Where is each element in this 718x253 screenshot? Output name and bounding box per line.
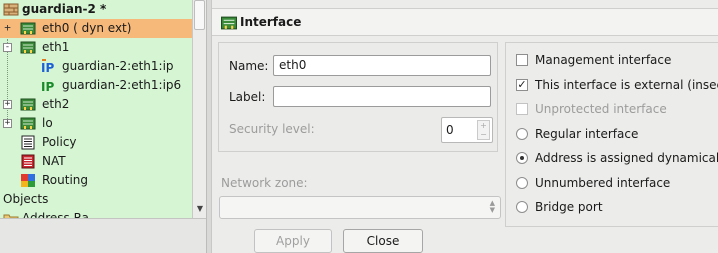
radio-button[interactable] bbox=[516, 128, 528, 140]
network-interface-icon bbox=[20, 21, 36, 36]
tree-vertical-scrollbar[interactable]: ▼ bbox=[192, 0, 206, 218]
tree-item-label: Objects bbox=[3, 192, 49, 206]
checkbox-box[interactable] bbox=[516, 103, 528, 115]
tree-item-label: Routing bbox=[42, 173, 89, 187]
network-interface-icon bbox=[220, 15, 238, 31]
apply-button[interactable]: Apply bbox=[254, 229, 332, 253]
security-level-label: Security level: bbox=[229, 122, 315, 136]
scrollbar-thumb[interactable] bbox=[194, 0, 205, 30]
network-zone-combobox[interactable]: ▲ ▼ bbox=[219, 196, 501, 219]
editor-header: Interface bbox=[212, 8, 718, 36]
option-label: Unnumbered interface bbox=[535, 176, 671, 190]
routing-icon bbox=[20, 173, 36, 188]
tree-item-label: eth1 bbox=[42, 40, 70, 54]
tree-item-policy[interactable]: Policy bbox=[0, 133, 192, 152]
editor-title: Interface bbox=[240, 15, 302, 29]
radio-button[interactable] bbox=[516, 201, 528, 213]
label-input[interactable] bbox=[273, 86, 491, 107]
tree-item-label: eth2 bbox=[42, 97, 70, 111]
tree-expander[interactable]: - bbox=[3, 43, 12, 52]
firewall-icon bbox=[3, 2, 19, 17]
checkbox-box[interactable] bbox=[516, 54, 528, 66]
label-label: Label: bbox=[229, 90, 266, 104]
object-tree[interactable]: guardian-2 * + eth0 ( dyn ext) - eth1 IP… bbox=[0, 0, 192, 218]
scroll-down-arrow-icon[interactable]: ▼ bbox=[195, 204, 205, 214]
tree-expander[interactable]: + bbox=[3, 22, 12, 33]
radio-button[interactable] bbox=[516, 177, 528, 189]
tree-item-label: guardian-2:eth1:ip bbox=[62, 59, 174, 73]
tree-root-firewall[interactable]: guardian-2 * bbox=[0, 0, 192, 19]
tree-item-label: NAT bbox=[42, 154, 66, 168]
tree-root-label: guardian-2 * bbox=[22, 2, 107, 16]
close-button[interactable]: Close bbox=[343, 229, 423, 253]
security-level-value: 0 bbox=[446, 123, 454, 137]
interface-editor-panel: Interface Name: eth0 Label: Security lev… bbox=[212, 0, 718, 253]
option-label: Management interface bbox=[535, 53, 672, 67]
network-zone-label: Network zone: bbox=[221, 176, 308, 190]
security-level-spinbox[interactable]: 0 + − bbox=[441, 117, 493, 143]
option-label: Unprotected interface bbox=[535, 102, 667, 116]
ip-address-icon: IP bbox=[41, 59, 57, 75]
tree-horizontal-scroll-area bbox=[0, 218, 206, 253]
policy-icon bbox=[20, 135, 36, 150]
network-interface-icon bbox=[20, 116, 36, 131]
nat-icon bbox=[20, 154, 36, 169]
tree-item-label: Policy bbox=[42, 135, 77, 149]
network-interface-icon bbox=[20, 40, 36, 55]
tree-expander[interactable]: + bbox=[3, 119, 12, 128]
tree-expander[interactable]: + bbox=[3, 100, 12, 109]
option-label: This interface is external (insecure) bbox=[535, 78, 718, 92]
tree-item-label: Address Ra bbox=[22, 211, 90, 218]
name-label: Name: bbox=[229, 59, 269, 73]
tree-item-label: guardian-2:eth1:ip6 bbox=[62, 78, 182, 92]
combo-arrows-icon: ▲ ▼ bbox=[489, 199, 495, 214]
option-label: Regular interface bbox=[535, 127, 639, 141]
tree-item-label: lo bbox=[42, 116, 53, 130]
spin-up-icon[interactable]: + bbox=[478, 121, 489, 130]
tree-item-routing[interactable]: Routing bbox=[0, 171, 192, 190]
svg-text:IP: IP bbox=[41, 80, 54, 93]
tree-item-address-ranges[interactable]: Address Ra bbox=[0, 209, 192, 218]
interface-properties-group: Name: eth0 Label: Security level: 0 + − bbox=[218, 42, 498, 152]
spinbox-buttons[interactable]: + − bbox=[477, 120, 490, 140]
tree-item-eth1-ip[interactable]: IP guardian-2:eth1:ip bbox=[0, 57, 192, 76]
interface-options-group: Management interface ✓ This interface is… bbox=[505, 42, 718, 227]
tree-item-label: eth0 ( dyn ext) bbox=[42, 21, 132, 35]
tree-item-eth1-ip6[interactable]: IP guardian-2:eth1:ip6 bbox=[0, 76, 192, 95]
tree-item-eth2[interactable]: + eth2 bbox=[0, 95, 192, 114]
checkbox-checked-icon[interactable]: ✓ bbox=[516, 79, 528, 91]
ip-address-icon: IP bbox=[41, 78, 57, 94]
folder-icon bbox=[3, 211, 19, 218]
svg-text:IP: IP bbox=[41, 61, 54, 74]
option-label: Address is assigned dynamically bbox=[535, 151, 718, 165]
radio-button-selected[interactable] bbox=[516, 152, 528, 164]
tree-item-nat[interactable]: NAT bbox=[0, 152, 192, 171]
network-interface-icon bbox=[20, 97, 36, 112]
tree-item-lo[interactable]: + lo bbox=[0, 114, 192, 133]
tree-item-eth0[interactable]: + eth0 ( dyn ext) bbox=[0, 19, 192, 38]
name-input[interactable]: eth0 bbox=[273, 55, 491, 76]
tree-item-objects[interactable]: Objects bbox=[0, 190, 192, 209]
option-label: Bridge port bbox=[535, 200, 603, 214]
spin-down-icon[interactable]: − bbox=[478, 130, 489, 139]
tree-item-eth1[interactable]: - eth1 bbox=[0, 38, 192, 57]
